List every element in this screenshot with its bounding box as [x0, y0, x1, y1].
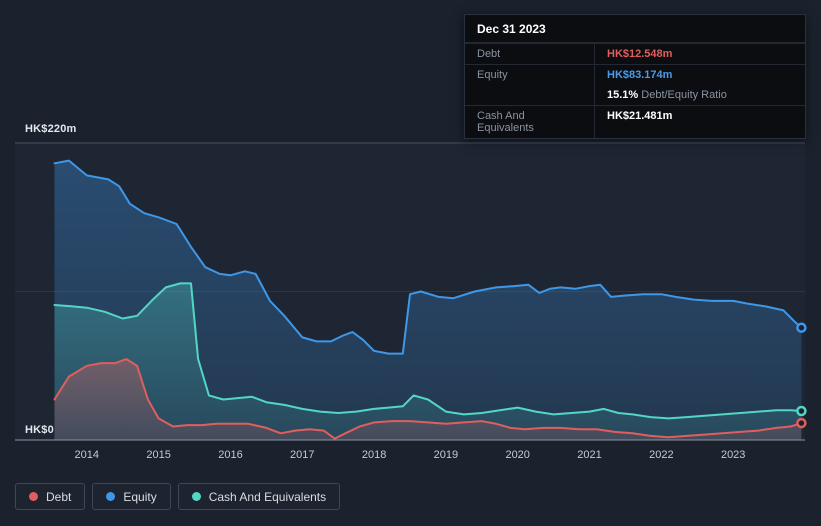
x-axis-label: 2020: [505, 449, 530, 461]
tooltip-equity-value: HK$83.174m: [607, 69, 673, 81]
tooltip-date: Dec 31 2023: [465, 15, 805, 43]
cash-and-equivalents-endpoint-dot: [796, 405, 807, 417]
tooltip-debt-label: Debt: [465, 44, 595, 64]
legend-item-cash[interactable]: Cash And Equivalents: [177, 483, 341, 510]
legend-label-debt: Debt: [46, 489, 72, 504]
tooltip-debt-row: Debt HK$12.548m: [465, 43, 805, 64]
y-axis-label-max: HK$220m: [25, 123, 77, 135]
tooltip: Dec 31 2023 Debt HK$12.548m Equity HK$83…: [464, 14, 806, 139]
legend-label-cash: Cash And Equivalents: [208, 489, 327, 504]
cash-series-dot: [191, 492, 201, 501]
tooltip-equity-label: Equity: [465, 65, 595, 85]
tooltip-debt-value: HK$12.548m: [607, 48, 673, 60]
debt-equity-history-chart: HK$220m HK$0 2014 2015 2016 2017 2018 2019 202…: [0, 0, 821, 526]
legend-item-equity[interactable]: Equity: [92, 483, 171, 510]
tooltip-cash-value: HK$21.481m: [607, 110, 673, 122]
legend-item-debt[interactable]: Debt: [15, 483, 86, 510]
equity-series-dot: [106, 492, 116, 501]
x-axis-label: 2015: [146, 449, 171, 461]
x-axis-label: 2019: [433, 449, 459, 461]
tooltip-ratio-label: Debt/Equity Ratio: [641, 89, 727, 101]
x-axis-label: 2016: [218, 449, 243, 461]
x-axis-label: 2023: [720, 449, 746, 461]
tooltip-ratio-row: 15.1% Debt/Equity Ratio: [465, 85, 805, 105]
debt-endpoint-dot: [796, 417, 807, 429]
tooltip-equity-row: Equity HK$83.174m: [465, 64, 805, 85]
x-axis: 2014 2015 2016 2017 2018 2019 2020 2021 2022 2023: [0, 449, 821, 465]
equity-endpoint-dot: [796, 322, 807, 333]
legend: Debt Equity Cash And Equivalents: [15, 483, 341, 510]
x-axis-label: 2017: [290, 449, 315, 461]
x-axis-label: 2021: [577, 449, 602, 461]
debt-series-dot: [29, 492, 38, 501]
legend-label-equity: Equity: [123, 489, 157, 504]
tooltip-ratio-value-cell: 15.1% Debt/Equity Ratio: [595, 85, 805, 105]
y-axis-label-zero: HK$0: [25, 424, 54, 436]
tooltip-ratio-spacer: [465, 85, 595, 105]
x-axis-label: 2018: [361, 449, 387, 461]
tooltip-cash-label: Cash And Equivalents: [465, 106, 595, 138]
tooltip-ratio-value: 15.1%: [607, 89, 639, 101]
tooltip-cash-row: Cash And Equivalents HK$21.481m: [465, 105, 805, 138]
x-axis-label: 2022: [649, 449, 674, 461]
x-axis-label: 2014: [74, 449, 100, 461]
